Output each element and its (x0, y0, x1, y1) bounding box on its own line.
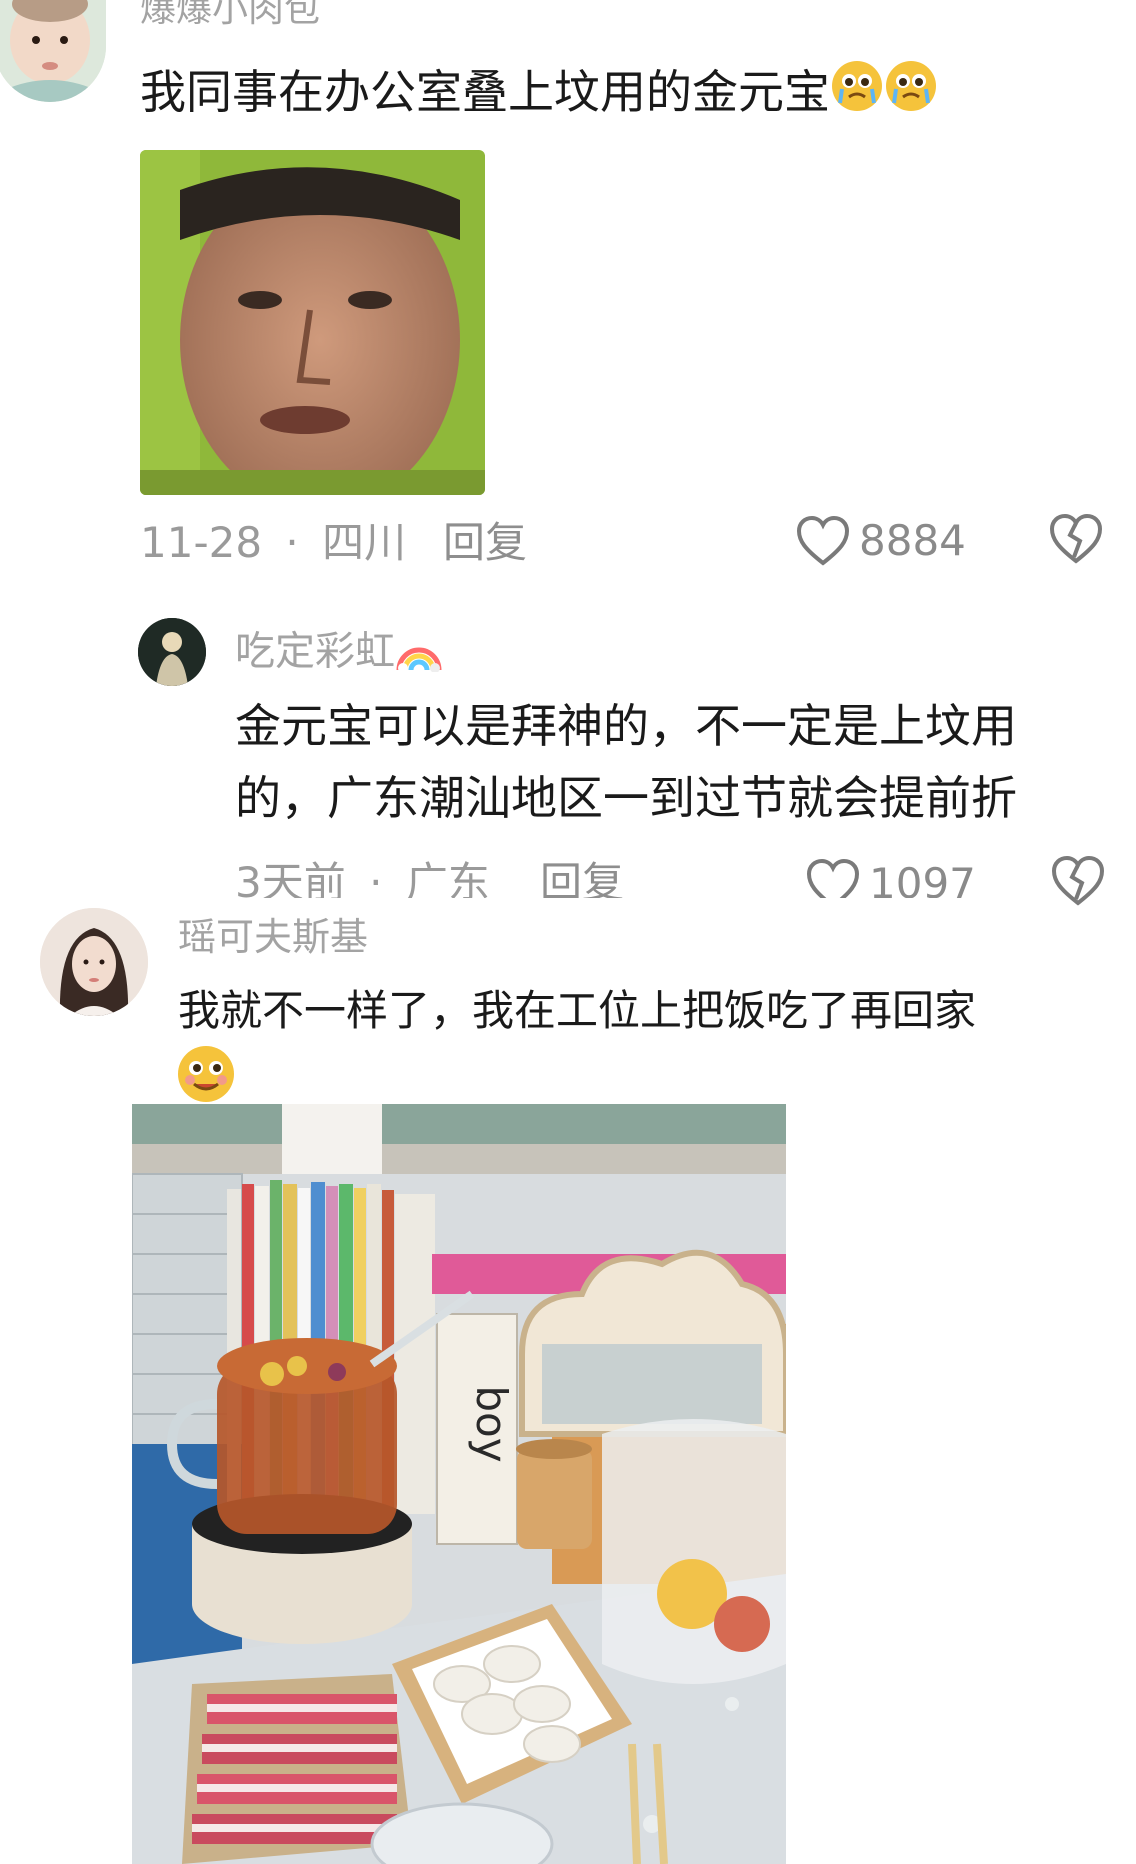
comment-text-line: 金元宝可以是拜神的，不一定是上坟用 (235, 699, 1017, 753)
username[interactable]: 吃定彩虹 (235, 628, 443, 679)
reply-button[interactable]: 回复 (540, 862, 624, 899)
comment-text-content: 我同事在办公室叠上坟用的金元宝 (140, 65, 830, 119)
username-text: 吃定彩虹 (235, 628, 395, 675)
comment-date: 11-28 (140, 518, 263, 567)
like-count: 1097 (869, 859, 976, 899)
broken-heart-icon (1051, 855, 1105, 906)
avatar[interactable] (40, 908, 148, 1016)
avatar-rainbow-user-image (138, 618, 206, 686)
smiling-face-emoji-icon (176, 1044, 236, 1108)
reply-meta-row: 3天前 · 广东 回复 1097 (0, 850, 1136, 898)
heart-icon (796, 515, 850, 566)
broken-heart-icon (1049, 513, 1103, 564)
avatar-baby-image (0, 0, 106, 102)
avatar-woman-image (40, 908, 148, 1016)
reply-button[interactable]: 回复 (443, 522, 527, 564)
comment-image[interactable]: boy (132, 1104, 786, 1864)
dislike-button[interactable] (1048, 513, 1104, 569)
comment-date: 3天前 (235, 858, 346, 899)
meta-separator: · (285, 518, 299, 567)
dislike-button[interactable] (1050, 855, 1106, 911)
like-button[interactable]: 8884 (795, 515, 966, 567)
username[interactable]: 瑶可夫斯基 (178, 918, 368, 956)
comment-text: 金元宝可以是拜神的，不一定是上坟用 的，广东潮汕地区一到过节就会提前折 (235, 690, 1017, 834)
comment-text: 我同事在办公室叠上坟用的金元宝 (140, 56, 938, 133)
crying-face-emoji-icon (884, 59, 938, 133)
like-button[interactable]: 1097 (805, 858, 976, 898)
crying-face-emoji-icon (830, 59, 884, 133)
comment-meta: 3天前 · 广东 (235, 862, 490, 899)
avatar[interactable] (138, 618, 206, 686)
meme-face-image (140, 150, 485, 495)
comment-location: 广东 (405, 858, 490, 899)
comment-meta: 11-28 · 四川 (140, 522, 406, 564)
username[interactable]: 爆爆小肉包 (140, 0, 320, 28)
notebook-boy-label: boy (467, 1385, 516, 1462)
comment-text: 我就不一样了，我在工位上把饭吃了再回家 (178, 986, 977, 1035)
comment-location: 四川 (322, 518, 407, 567)
meta-separator: · (369, 858, 383, 899)
office-hotpot-photo: boy (132, 1104, 786, 1864)
comment-text-line: 的，广东潮汕地区一到过节就会提前折 (235, 771, 1017, 825)
heart-icon (806, 858, 860, 898)
like-count: 8884 (859, 516, 966, 565)
comment-image[interactable] (140, 150, 485, 495)
rainbow-icon (395, 628, 443, 679)
avatar[interactable] (0, 0, 106, 102)
